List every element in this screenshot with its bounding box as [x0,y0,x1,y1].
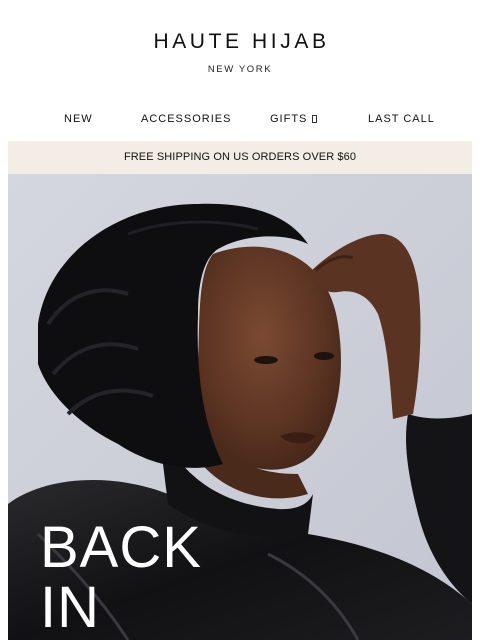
nav-item-accessories[interactable]: ACCESSORIES [141,112,231,126]
hero-image[interactable]: BACK IN [8,174,472,640]
nav-item-last-call[interactable]: LAST CALL [368,112,435,126]
brand-location: NEW YORK [207,64,273,75]
hero-headline-line2: IN [40,575,100,640]
hero-headline: BACK IN [40,518,202,638]
nav-item-new[interactable]: NEW [64,112,93,126]
email-page: HAUTE HIJAB NEW YORK NEW ACCESSORIES GIF… [0,0,480,640]
nav-item-gifts[interactable]: GIFTS [270,112,318,126]
nav-item-gifts-label: GIFTS [270,113,308,125]
hero-headline-line1: BACK [40,515,202,580]
brand-name: HAUTE HIJAB [153,30,330,53]
main-nav: NEW ACCESSORIES GIFTS LAST CALL [0,110,480,128]
brand-logo[interactable]: HAUTE HIJAB NEW YORK [0,30,480,76]
shipping-banner-text: FREE SHIPPING ON US ORDERS OVER $60 [123,151,357,163]
shipping-banner[interactable]: FREE SHIPPING ON US ORDERS OVER $60 [8,141,472,174]
dropdown-icon [312,115,318,123]
